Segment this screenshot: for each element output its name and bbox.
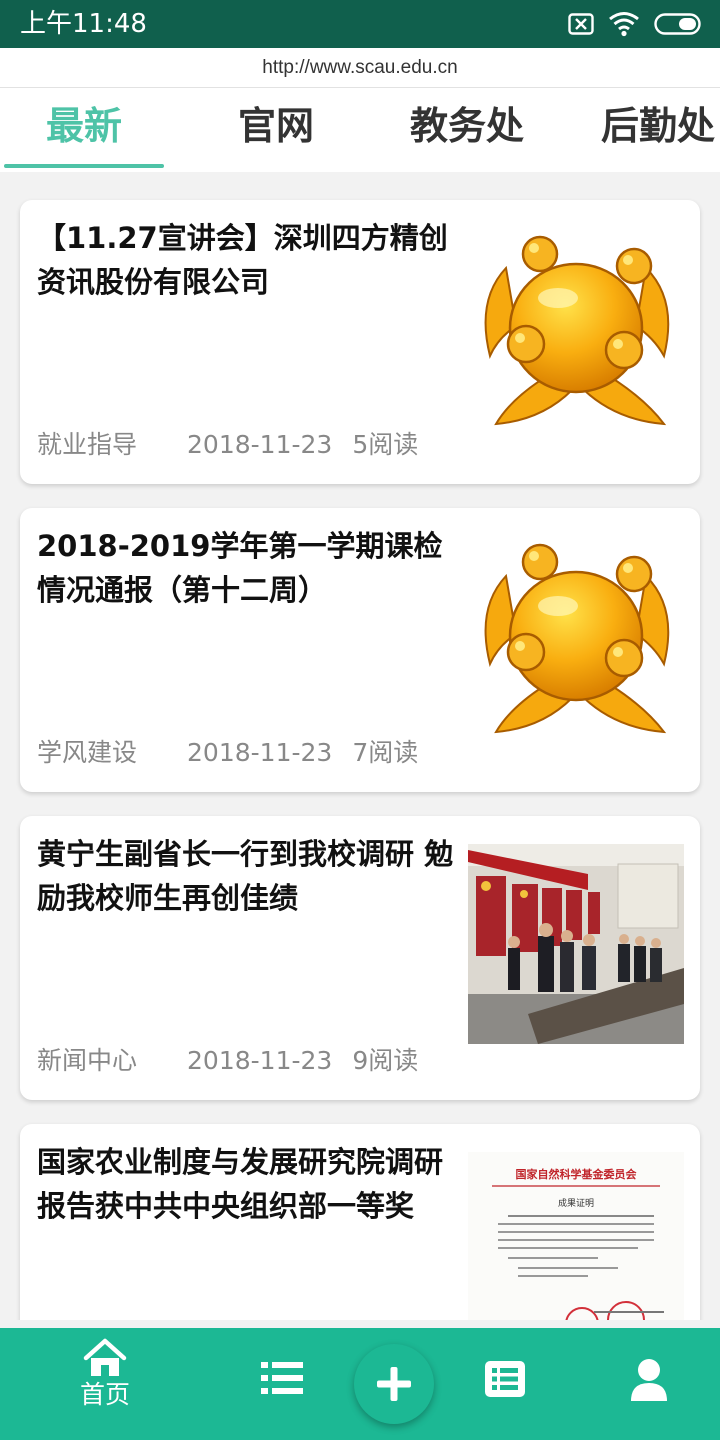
certificate-image: 国家自然科学基金委员会 成果证明 [468, 1152, 684, 1320]
tab-logistics[interactable]: 后勤处 [601, 102, 715, 150]
tab-bar: 最新 官网 教务处 后勤处 [0, 88, 720, 172]
news-title: 2018-2019学年第一学期课检情况通报（第十二周） [37, 529, 443, 607]
news-date: 2018-11-23 [187, 430, 333, 459]
news-card[interactable]: 【11.27宣讲会】深圳四方精创资讯股份有限公司 就业指导 2018-11-23… [20, 200, 700, 484]
battery-icon [654, 13, 701, 35]
nav-home[interactable]: 首页 [74, 1338, 136, 1410]
tab-indicator [4, 164, 164, 168]
news-title: 【11.27宣讲会】深圳四方精创资讯股份有限公司 [37, 221, 448, 299]
mascot-image [468, 536, 684, 736]
news-category[interactable]: 学风建设 [37, 738, 137, 767]
news-title: 黄宁生副省长一行到我校调研 勉励我校师生再创佳绩 [37, 837, 454, 915]
tab-official-site[interactable]: 官网 [238, 102, 314, 150]
news-feed[interactable]: 【11.27宣讲会】深圳四方精创资讯股份有限公司 就业指导 2018-11-23… [0, 172, 720, 1320]
status-bar: 上午11:48 [0, 0, 720, 48]
wifi-icon [609, 12, 639, 37]
tab-latest[interactable]: 最新 [46, 102, 122, 150]
news-category[interactable]: 就业指导 [37, 430, 137, 459]
news-meta: 学风建设 2018-11-23 7阅读 [37, 736, 418, 770]
add-icon [377, 1367, 411, 1401]
news-card[interactable]: 黄宁生副省长一行到我校调研 勉励我校师生再创佳绩 新闻中心 2018-11-23… [20, 816, 700, 1100]
mascot-image [468, 228, 684, 428]
status-icons [568, 11, 702, 37]
user-icon [631, 1359, 667, 1401]
news-reads: 5阅读 [352, 430, 419, 459]
nav-profile[interactable] [630, 1358, 668, 1402]
nav-checklist[interactable] [484, 1360, 526, 1398]
news-card[interactable]: 国家农业制度与发展研究院调研报告获中共中央组织部一等奖 国家自然科学基金委员会 … [20, 1124, 700, 1320]
url-text: http://www.scau.edu.cn [262, 57, 458, 78]
news-title: 国家农业制度与发展研究院调研报告获中共中央组织部一等奖 [37, 1145, 444, 1223]
list-icon [261, 1362, 303, 1394]
news-meta: 新闻中心 2018-11-23 9阅读 [37, 1044, 418, 1078]
tab-academic-affairs[interactable]: 教务处 [410, 102, 524, 150]
news-meta: 就业指导 2018-11-23 5阅读 [37, 428, 418, 462]
news-reads: 9阅读 [352, 1046, 419, 1075]
news-category[interactable]: 新闻中心 [37, 1046, 137, 1075]
add-button[interactable] [354, 1344, 434, 1424]
news-reads: 7阅读 [352, 738, 419, 767]
news-date: 2018-11-23 [187, 1046, 333, 1075]
nav-home-label: 首页 [79, 1380, 130, 1409]
checklist-icon [485, 1361, 525, 1397]
home-icon [83, 1338, 127, 1376]
meeting-photo [468, 844, 684, 1044]
nav-list[interactable] [260, 1360, 304, 1396]
url-bar[interactable]: http://www.scau.edu.cn [0, 48, 720, 88]
sim-off-icon [568, 13, 594, 35]
news-date: 2018-11-23 [187, 738, 333, 767]
status-time: 上午11:48 [20, 9, 147, 39]
news-card[interactable]: 2018-2019学年第一学期课检情况通报（第十二周） 学风建设 2018-11… [20, 508, 700, 792]
